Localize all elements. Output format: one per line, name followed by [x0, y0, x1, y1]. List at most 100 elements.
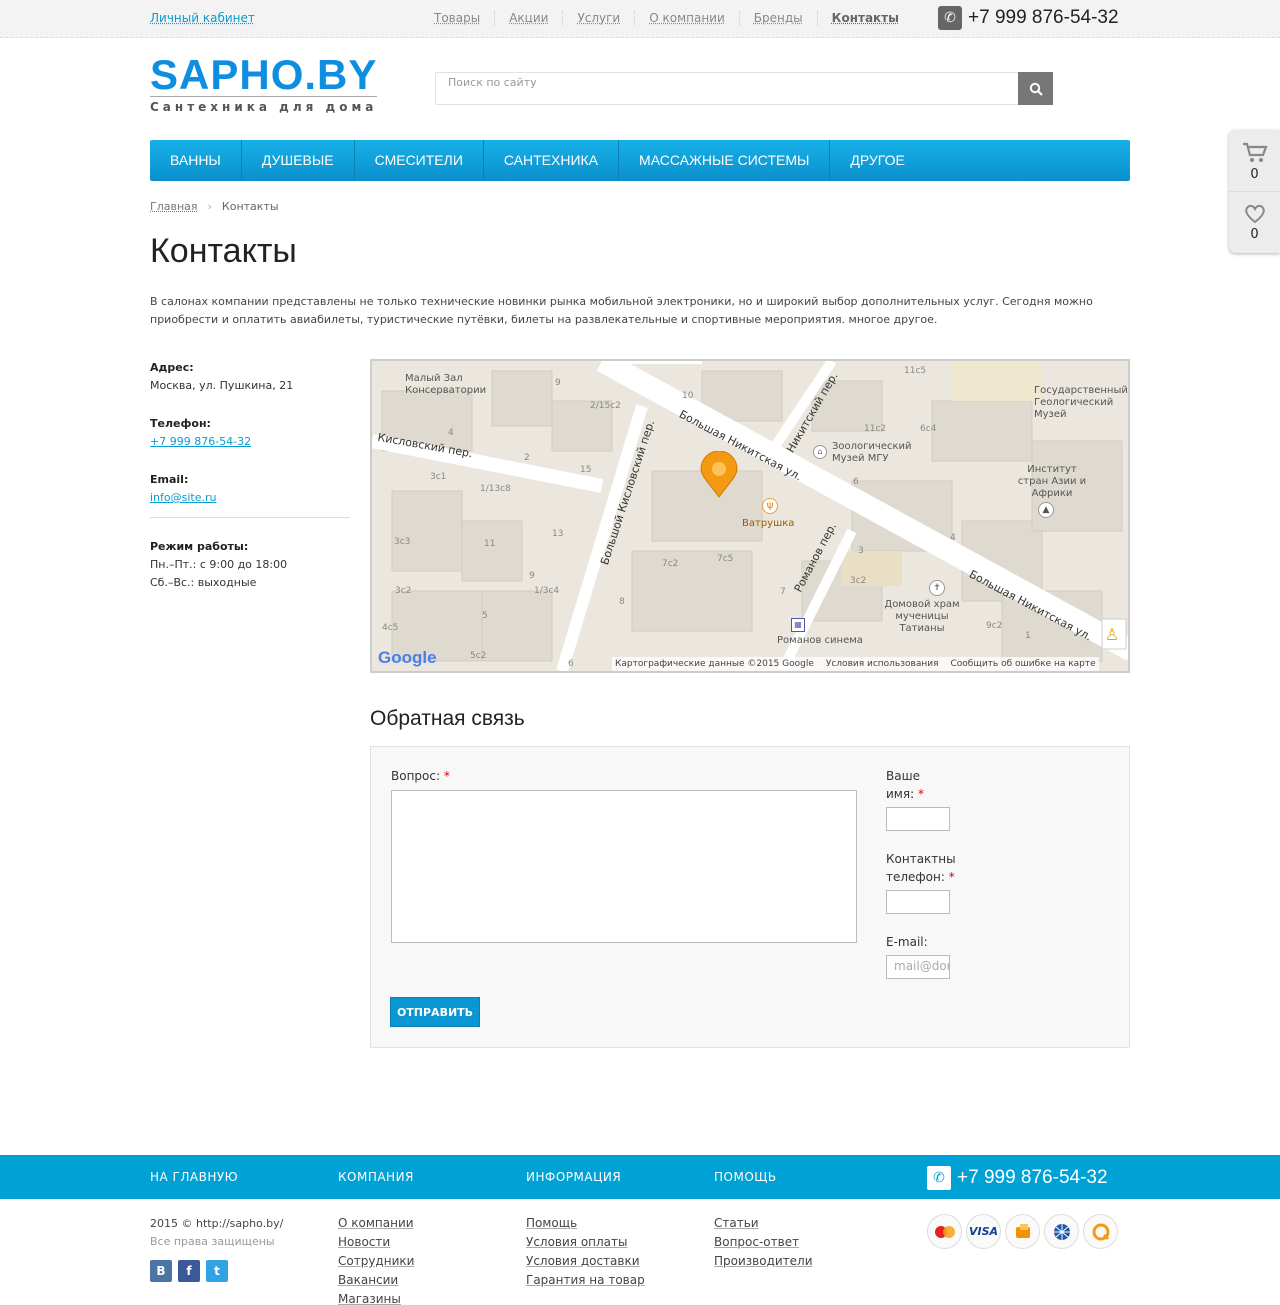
phone-input[interactable]	[886, 890, 950, 914]
question-label-text: Вопрос:	[391, 769, 441, 783]
house-number: 1/13c8	[480, 484, 511, 494]
nav-other[interactable]: ДРУГОЕ	[830, 140, 924, 181]
top-nav-about[interactable]: О компании	[635, 11, 740, 25]
search-placeholder: Поиск по сайту	[448, 76, 537, 89]
facebook-icon[interactable]: f	[178, 1260, 200, 1282]
footer-info-links: Помощь Условия оплаты Условия доставки Г…	[526, 1214, 645, 1290]
map-label-cinema: Романов синема	[777, 635, 863, 646]
footer-link[interactable]: Условия доставки	[526, 1252, 645, 1271]
top-nav-contacts[interactable]: Контакты	[818, 11, 913, 25]
nav-showers[interactable]: ДУШЕВЫЕ	[242, 140, 355, 181]
side-widget: 0 0	[1229, 130, 1280, 253]
map-label-church: Домовой храм мученицы Татианы	[884, 599, 960, 634]
search-button[interactable]	[1018, 72, 1053, 105]
hours-weekdays: Пн.–Пт.: с 9:00 до 18:00	[150, 558, 288, 571]
search-input[interactable]: Поиск по сайту	[435, 72, 1053, 105]
feedback-title: Обратная связь	[370, 707, 525, 730]
map-data-attribution: Картографические данные ©2015 Google	[615, 659, 814, 669]
google-map[interactable]: Малый Зал Консерватории Государственный …	[370, 359, 1130, 673]
breadcrumb: Главная › Контакты	[150, 200, 279, 213]
name-label-line1: Ваше	[886, 769, 920, 783]
phone-link[interactable]: +7 999 876-54-32	[150, 435, 251, 448]
cinema-icon: ▦	[791, 618, 805, 632]
house-number: 2/15c2	[590, 401, 621, 411]
email-link[interactable]: info@site.ru	[150, 491, 217, 504]
house-number: 3c1	[430, 472, 447, 482]
nav-baths[interactable]: ВАННЫ	[150, 140, 242, 181]
house-number: 15	[580, 465, 592, 475]
house-number: 11c2	[864, 424, 887, 434]
map-label-institute: Институт стран Азии и Африки	[1017, 464, 1087, 499]
restaurant-icon: ψ	[762, 498, 778, 514]
footer-link[interactable]: Новости	[338, 1233, 414, 1252]
phone-label-line2: телефон:	[886, 870, 945, 884]
submit-button[interactable]: ОТПРАВИТЬ	[390, 997, 480, 1027]
map-pin-icon[interactable]	[699, 451, 739, 499]
footer-help-heading: ПОМОЩЬ	[714, 1170, 777, 1184]
feedback-form: Вопрос: * Ваше имя: * Контактны телефон:…	[370, 746, 1130, 1048]
top-nav-services[interactable]: Услуги	[563, 11, 636, 25]
house-number: 11c5	[904, 366, 927, 376]
pegman-icon[interactable]: ♙	[1100, 621, 1124, 649]
search-icon	[1029, 82, 1043, 96]
footer-link[interactable]: Сотрудники	[338, 1252, 414, 1271]
footer-link[interactable]: Магазины	[338, 1290, 414, 1305]
name-input[interactable]	[886, 807, 950, 831]
site-logo[interactable]: SAPHO.BY Сантехника для дома	[150, 54, 378, 114]
footer-link[interactable]: Гарантия на товар	[526, 1271, 645, 1290]
house-number: 10	[682, 391, 694, 401]
rights-text: Все права защищены	[150, 1235, 275, 1248]
top-nav-brands[interactable]: Бренды	[740, 11, 818, 25]
map-label-geo-museum: Государственный Геологический Музей	[1034, 385, 1128, 420]
breadcrumb-home[interactable]: Главная	[150, 200, 198, 213]
top-nav-promos[interactable]: Акции	[495, 11, 564, 25]
house-number: 9	[529, 571, 535, 581]
nav-plumbing[interactable]: САНТЕХНИКА	[484, 140, 620, 181]
hours-label: Режим работы:	[150, 540, 249, 553]
required-mark: *	[917, 787, 924, 801]
nav-massage-systems[interactable]: МАССАЖНЫЕ СИСТЕМЫ	[619, 140, 831, 181]
name-label-line2: имя:	[886, 787, 915, 801]
nav-mixers[interactable]: СМЕСИТЕЛИ	[355, 140, 484, 181]
footer-phone-number[interactable]: +7 999 876-54-32	[957, 1167, 1108, 1189]
house-number: 11	[484, 539, 496, 549]
cart-widget[interactable]: 0	[1229, 130, 1280, 191]
house-number: 7c5	[717, 554, 734, 564]
question-textarea[interactable]	[391, 790, 857, 943]
footer-link[interactable]: Производители	[714, 1252, 813, 1271]
google-logo[interactable]: Google	[378, 648, 437, 668]
footer-link[interactable]: Помощь	[526, 1214, 645, 1233]
map-report-link[interactable]: Сообщить об ошибке на карте	[951, 659, 1096, 669]
map-label-zoo-museum: Зоологический Музей МГУ	[832, 441, 912, 464]
copyright-text: 2015 © http://sapho.by/	[150, 1217, 284, 1230]
footer-link[interactable]: Вопрос-ответ	[714, 1233, 813, 1252]
header-phone: ✆ +7 999 876-54-32	[938, 6, 1119, 30]
twitter-icon[interactable]: t	[206, 1260, 228, 1282]
name-label: Ваше имя: *	[886, 767, 924, 803]
house-number: 3c2	[850, 576, 867, 586]
top-bar: Личный кабинет Товары Акции Услуги О ком…	[0, 0, 1280, 38]
house-number: 7	[780, 587, 786, 597]
hours-weekend: Сб.–Вс.: выходные	[150, 576, 257, 589]
vk-icon[interactable]: В	[150, 1260, 172, 1282]
address-value: Москва, ул. Пушкина, 21	[150, 379, 294, 392]
wishlist-widget[interactable]: 0	[1229, 191, 1280, 252]
personal-account-link[interactable]: Личный кабинет	[150, 11, 255, 25]
footer-link[interactable]: Статьи	[714, 1214, 813, 1233]
email-input[interactable]: mail@domain.com	[886, 955, 950, 979]
footer-link[interactable]: О компании	[338, 1214, 414, 1233]
footer-home-link[interactable]: НА ГЛАВНУЮ	[150, 1170, 238, 1184]
phone-label-line1: Контактны	[886, 852, 956, 866]
footer-company-links: О компании Новости Сотрудники Вакансии М…	[338, 1214, 414, 1305]
header-phone-number[interactable]: +7 999 876-54-32	[968, 7, 1119, 29]
top-nav-goods[interactable]: Товары	[420, 11, 496, 25]
house-number: 4	[448, 428, 454, 438]
footer-link[interactable]: Условия оплаты	[526, 1233, 645, 1252]
museum-icon: ⌂	[813, 445, 827, 459]
map-terms-link[interactable]: Условия использования	[826, 659, 939, 669]
email-placeholder: mail@domain.com	[894, 959, 949, 973]
education-icon: ▲	[1038, 502, 1054, 518]
footer-link[interactable]: Вакансии	[338, 1271, 414, 1290]
house-number: 4c5	[382, 623, 399, 633]
house-number: 5	[482, 611, 488, 621]
